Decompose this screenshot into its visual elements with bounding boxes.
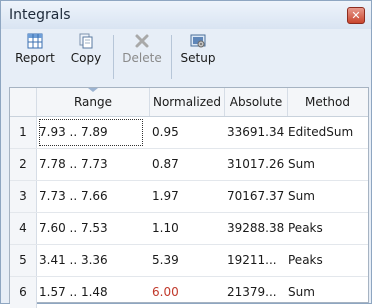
- table-row[interactable]: 2 7.78 .. 7.73 0.87 31017.26 Sum: [10, 149, 368, 181]
- copy-icon: [79, 33, 93, 49]
- integrals-table: Range Normalized Absolute Method 1 7.93 …: [9, 87, 369, 308]
- range-cell[interactable]: 3.41 .. 3.36: [39, 245, 108, 276]
- setup-label: Setup: [180, 51, 216, 65]
- report-label: Report: [15, 51, 55, 65]
- delete-label: Delete: [122, 51, 162, 65]
- absolute-cell[interactable]: 19211...: [227, 245, 277, 276]
- column-header-absolute[interactable]: Absolute: [225, 88, 288, 116]
- copy-label: Copy: [70, 51, 102, 65]
- method-cell[interactable]: Peaks: [288, 213, 323, 244]
- setup-button[interactable]: Setup: [177, 31, 219, 81]
- table-row[interactable]: 1 7.93 .. 7.89 0.95 33691.34 EditedSum: [10, 117, 368, 149]
- range-cell[interactable]: 1.57 .. 1.48: [39, 277, 108, 308]
- method-cell[interactable]: Sum: [288, 181, 315, 212]
- delete-button[interactable]: Delete: [119, 31, 165, 81]
- method-cell[interactable]: EditedSum: [288, 117, 353, 148]
- row-number: 1: [10, 117, 37, 148]
- row-number: 4: [10, 213, 37, 244]
- absolute-cell[interactable]: 31017.26: [227, 149, 284, 180]
- normalized-cell[interactable]: 5.39: [152, 245, 179, 276]
- normalized-cell[interactable]: 0.95: [152, 117, 179, 148]
- method-cell[interactable]: Sum: [288, 149, 315, 180]
- window-title: Integrals: [9, 7, 71, 23]
- delete-icon: [135, 34, 149, 48]
- table-row[interactable]: 5 3.41 .. 3.36 5.39 19211... Peaks: [10, 245, 368, 277]
- column-header-normalized[interactable]: Normalized: [150, 88, 225, 116]
- row-number: 2: [10, 149, 37, 180]
- title-bar: Integrals ✕: [1, 1, 371, 29]
- setup-icon: [190, 34, 206, 48]
- toolbar-separator: [113, 35, 114, 79]
- normalized-cell[interactable]: 0.87: [152, 149, 179, 180]
- normalized-cell-reference[interactable]: 6.00: [152, 277, 179, 308]
- normalized-cell[interactable]: 1.10: [152, 213, 179, 244]
- integrals-window: Integrals ✕ Report Copy Delete Setup Ran…: [0, 0, 372, 308]
- range-cell[interactable]: 7.78 .. 7.73: [39, 149, 108, 180]
- row-number-header: [10, 88, 37, 116]
- toolbar: Report Copy Delete Setup: [9, 29, 365, 87]
- row-number: 3: [10, 181, 37, 212]
- table-row[interactable]: 3 7.73 .. 7.66 1.97 70167.37 Sum: [10, 181, 368, 213]
- range-cell[interactable]: 7.60 .. 7.53: [39, 213, 108, 244]
- copy-button[interactable]: Copy: [67, 31, 105, 81]
- method-cell[interactable]: Peaks: [288, 245, 323, 276]
- absolute-cell[interactable]: 39288.38: [227, 213, 284, 244]
- toolbar-separator: [171, 35, 172, 79]
- sort-indicator-icon: [88, 88, 98, 92]
- column-header-method[interactable]: Method: [288, 88, 367, 116]
- absolute-cell[interactable]: 21379...: [227, 277, 277, 308]
- row-number: 5: [10, 245, 37, 276]
- absolute-cell[interactable]: 70167.37: [227, 181, 284, 212]
- range-cell[interactable]: 7.73 .. 7.66: [39, 181, 108, 212]
- report-button[interactable]: Report: [11, 31, 59, 81]
- column-header-range[interactable]: Range: [37, 88, 150, 116]
- table-row[interactable]: 6 1.57 .. 1.48 6.00 21379... Sum: [10, 277, 368, 308]
- row-number: 6: [10, 277, 37, 308]
- range-cell[interactable]: 7.93 .. 7.89: [37, 117, 145, 148]
- table-header: Range Normalized Absolute Method: [10, 88, 368, 117]
- close-icon: ✕: [351, 9, 361, 22]
- table-icon: [27, 33, 43, 49]
- table-row[interactable]: 4 7.60 .. 7.53 1.10 39288.38 Peaks: [10, 213, 368, 245]
- method-cell[interactable]: Sum: [288, 277, 315, 308]
- close-button[interactable]: ✕: [347, 7, 365, 24]
- normalized-cell[interactable]: 1.97: [152, 181, 179, 212]
- absolute-cell[interactable]: 33691.34: [227, 117, 284, 148]
